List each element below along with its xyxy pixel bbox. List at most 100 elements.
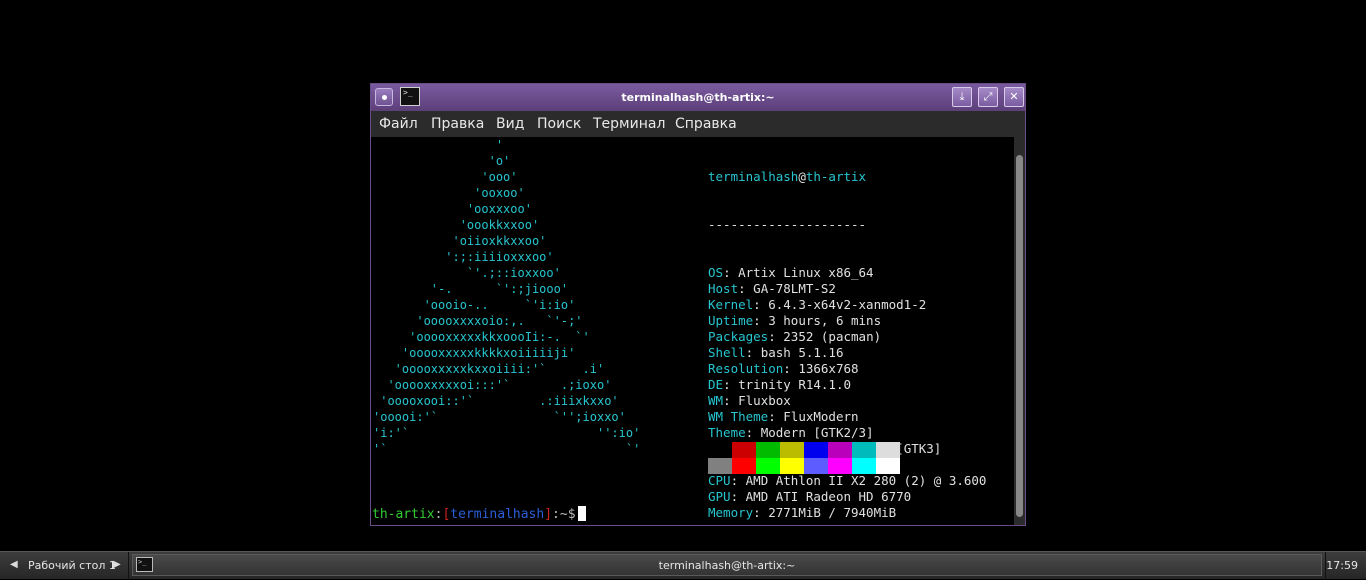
info-key: GPU bbox=[708, 489, 731, 504]
info-colon: : bbox=[730, 489, 746, 504]
menu-terminal[interactable]: Терминал bbox=[593, 116, 665, 132]
taskbar-task-terminal[interactable]: >_ terminalhash@th-artix:~ bbox=[132, 554, 1322, 576]
info-row: OS: Artix Linux x86_64 bbox=[708, 265, 986, 281]
info-colon: : bbox=[753, 505, 769, 520]
minimize-button[interactable]: ⤓ bbox=[952, 87, 972, 107]
info-row: Host: GA-78LMT-S2 bbox=[708, 281, 986, 297]
shell-prompt[interactable]: th-artix:[terminalhash]:~$ bbox=[372, 506, 586, 523]
maximize-button[interactable]: ⤢ bbox=[978, 87, 998, 107]
info-key: WM bbox=[708, 393, 724, 408]
color-swatch bbox=[804, 458, 828, 474]
color-swatch bbox=[732, 458, 756, 474]
info-value: 2352 (pacman) bbox=[783, 329, 882, 344]
prompt-symbol: $ bbox=[567, 507, 576, 522]
separator: --------------------- bbox=[708, 217, 867, 232]
at-sign: @ bbox=[798, 169, 806, 184]
menu-help[interactable]: Справка bbox=[675, 116, 737, 132]
color-swatch bbox=[780, 442, 804, 458]
info-colon: : bbox=[730, 473, 746, 488]
menu-search[interactable]: Поиск bbox=[537, 116, 581, 132]
info-row: Memory: 2771MiB / 7940MiB bbox=[708, 505, 986, 521]
info-value: AMD ATI Radeon HD 6770 bbox=[745, 489, 912, 504]
info-colon: : bbox=[738, 281, 754, 296]
taskbar: ◀ Рабочий стол 1 ▶ >_ terminalhash@th-ar… bbox=[0, 551, 1366, 580]
info-colon: : bbox=[783, 361, 799, 376]
prompt-path: :~ bbox=[552, 507, 568, 522]
info-value: bash 5.1.16 bbox=[760, 345, 844, 360]
user-name: terminalhash bbox=[708, 169, 799, 184]
color-swatch bbox=[780, 458, 804, 474]
info-key: Host bbox=[708, 281, 739, 296]
info-key: Kernel bbox=[708, 297, 754, 312]
info-colon: : bbox=[723, 377, 739, 392]
info-value: 1366x768 bbox=[798, 361, 859, 376]
clock: 17:59 bbox=[1326, 559, 1358, 572]
info-colon: : bbox=[745, 425, 761, 440]
color-swatch bbox=[852, 442, 876, 458]
color-swatch bbox=[708, 458, 732, 474]
info-key: Theme bbox=[708, 425, 746, 440]
scrollbar-thumb[interactable] bbox=[1016, 155, 1023, 517]
prompt-host: th-artix bbox=[372, 507, 435, 522]
info-key: DE bbox=[708, 377, 724, 392]
terminal-window: >_ terminalhash@th-artix:~ ⤓ ⤢ ✕ Файл Пр… bbox=[370, 83, 1026, 526]
info-colon: : bbox=[768, 329, 784, 344]
neofetch-info: terminalhash@th-artix ------------------… bbox=[708, 137, 986, 553]
info-row: DE: trinity R14.1.0 bbox=[708, 377, 986, 393]
info-row: Uptime: 3 hours, 6 mins bbox=[708, 313, 986, 329]
info-key: Uptime bbox=[708, 313, 754, 328]
info-row: GPU: AMD ATI Radeon HD 6770 bbox=[708, 489, 986, 505]
info-row: WM Theme: FluxModern bbox=[708, 409, 986, 425]
menu-edit[interactable]: Правка bbox=[431, 116, 484, 132]
info-colon: : bbox=[723, 265, 739, 280]
menu-file[interactable]: Файл bbox=[379, 116, 418, 132]
prev-workspace-icon[interactable]: ◀ bbox=[10, 559, 18, 570]
menu-bar: Файл Правка Вид Поиск Терминал Справка bbox=[371, 111, 1025, 137]
info-key: Packages bbox=[708, 329, 769, 344]
info-key: Shell bbox=[708, 345, 746, 360]
info-colon: : bbox=[753, 297, 769, 312]
info-key: WM Theme bbox=[708, 409, 769, 424]
color-swatch bbox=[876, 442, 900, 458]
info-row: Kernel: 6.4.3-x64v2-xanmod1-2 bbox=[708, 297, 986, 313]
info-colon: : bbox=[745, 345, 761, 360]
info-value: 2771MiB / 7940MiB bbox=[768, 505, 897, 520]
titlebar[interactable]: >_ terminalhash@th-artix:~ ⤓ ⤢ ✕ bbox=[371, 84, 1025, 112]
close-button[interactable]: ✕ bbox=[1004, 87, 1024, 107]
terminal-area[interactable]: ' 'o' 'ooo' 'ooxoo' 'ooxxxoo' 'oookkxxoo… bbox=[371, 137, 1015, 525]
color-swatch bbox=[876, 458, 900, 474]
color-swatch bbox=[852, 458, 876, 474]
info-value: Modern [GTK2/3] bbox=[760, 425, 874, 440]
workspace-name[interactable]: Рабочий стол 1 bbox=[28, 559, 116, 572]
info-value: 6.4.3-x64v2-xanmod1-2 bbox=[768, 297, 927, 312]
info-row: Resolution: 1366x768 bbox=[708, 361, 986, 377]
info-key: OS bbox=[708, 265, 724, 280]
next-workspace-icon[interactable]: ▶ bbox=[113, 559, 121, 570]
info-value: FluxModern bbox=[783, 409, 859, 424]
info-row: WM: Fluxbox bbox=[708, 393, 986, 409]
color-swatch bbox=[828, 442, 852, 458]
info-row: Shell: bash 5.1.16 bbox=[708, 345, 986, 361]
text-cursor bbox=[577, 506, 586, 521]
scrollbar[interactable] bbox=[1014, 137, 1025, 525]
info-row: CPU: AMD Athlon II X2 280 (2) @ 3.600 bbox=[708, 473, 986, 489]
info-value: 3 hours, 6 mins bbox=[768, 313, 882, 328]
info-key: CPU bbox=[708, 473, 731, 488]
info-value: AMD Athlon II X2 280 (2) @ 3.600 bbox=[745, 473, 987, 488]
info-colon: : bbox=[753, 313, 769, 328]
color-swatch bbox=[756, 442, 780, 458]
info-colon: : bbox=[768, 409, 784, 424]
info-value: GA-78LMT-S2 bbox=[753, 281, 836, 296]
taskbar-divider bbox=[128, 552, 129, 580]
info-value: Fluxbox bbox=[738, 393, 791, 408]
color-swatch bbox=[756, 458, 780, 474]
prompt-user: terminalhash bbox=[450, 507, 545, 522]
artix-ascii-logo: ' 'o' 'ooo' 'ooxoo' 'ooxxxoo' 'oookkxxoo… bbox=[373, 138, 641, 456]
menu-view[interactable]: Вид bbox=[496, 116, 524, 132]
host-name: th-artix bbox=[805, 169, 867, 184]
user-host-line: terminalhash@th-artix bbox=[708, 169, 986, 185]
color-swatch bbox=[804, 442, 828, 458]
info-value: trinity R14.1.0 bbox=[738, 377, 852, 392]
info-key: Resolution bbox=[708, 361, 784, 376]
window-title: terminalhash@th-artix:~ bbox=[621, 91, 775, 104]
